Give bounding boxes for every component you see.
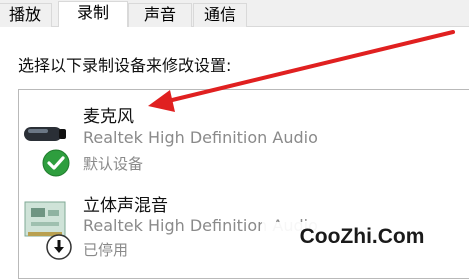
default-check-icon [42, 149, 70, 177]
device-name: 麦克风 [83, 107, 134, 127]
device-status: 已停用 [83, 241, 129, 259]
instruction-text: 选择以下录制设备来修改设置: [18, 56, 232, 75]
tab-bar: 播放 录制 声音 通信 [0, 0, 469, 27]
watermark-text: CooZhi.Com [262, 222, 462, 252]
microphone-icon [24, 127, 66, 141]
tab-recording[interactable]: 录制 [58, 1, 128, 27]
device-name: 立体声混音 [83, 196, 168, 216]
tab-playback[interactable]: 播放 [0, 3, 52, 27]
tab-communications[interactable]: 通信 [193, 3, 247, 27]
disabled-arrow-icon [46, 234, 72, 260]
device-driver: Realtek High Definition Audio [83, 128, 318, 147]
tab-sounds[interactable]: 声音 [128, 3, 192, 27]
device-status: 默认设备 [83, 155, 144, 173]
